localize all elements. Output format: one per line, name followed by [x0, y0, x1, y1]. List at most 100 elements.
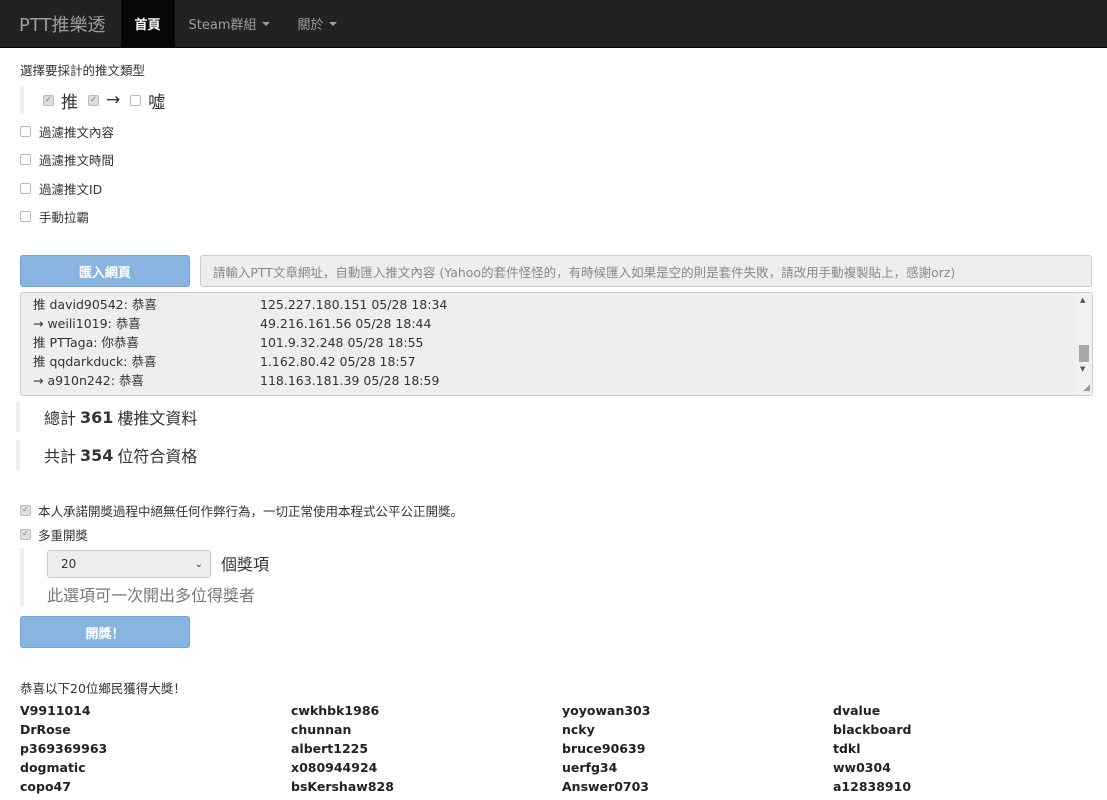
- winner-name: yoyowan303: [562, 703, 651, 718]
- comment-author: 推 PTTaga: 你恭喜: [33, 335, 139, 350]
- scroll-down-icon[interactable]: ▼: [1080, 365, 1085, 373]
- list-item: 推 PTTaga: 你恭喜 101.9.32.248 05/28 18:55: [33, 333, 447, 352]
- list-item: 推 qqdarkduck: 恭喜 1.162.80.42 05/28 18:57: [33, 352, 447, 371]
- checkbox-icon[interactable]: [130, 94, 142, 106]
- comment-meta: 1.162.80.42 05/28 18:57: [260, 354, 416, 369]
- nav-steam-group[interactable]: Steam群組: [175, 0, 284, 47]
- comment-meta: 125.227.180.151 05/28 18:34: [260, 297, 448, 312]
- winner-name: tdkl: [833, 741, 861, 756]
- prize-count-suffix: 個獎項: [221, 555, 270, 574]
- caret-down-icon: [261, 21, 270, 26]
- winner-name: p369369963: [20, 741, 108, 756]
- eligible-suffix: 位符合資格: [117, 447, 198, 466]
- checkbox-icon[interactable]: ✓: [88, 94, 99, 106]
- type-boo-label: 噓: [148, 92, 166, 113]
- nav-steam-label: Steam群組: [188, 18, 257, 33]
- checkbox-icon[interactable]: [20, 154, 31, 166]
- types-group: ✓ 推 ✓ → 噓: [20, 87, 1092, 113]
- promise-row[interactable]: ✓ 本人承諾開獎過程中絕無任何作弊行為，一切正常使用本程式公平公正開獎。: [20, 498, 1092, 522]
- resize-grip-icon[interactable]: ◢: [1083, 383, 1090, 393]
- winner-name: x080944924: [291, 760, 378, 775]
- comment-meta: 118.163.181.39 05/28 18:59: [260, 373, 440, 388]
- winner-name: chunnan: [291, 722, 352, 737]
- multi-draw-hint: 此選項可一次開出多位得獎者: [47, 586, 256, 605]
- winners-grid: V9911014 cwkhbk1986 yoyowan303 dvalue DrRose…: [20, 701, 1092, 796]
- url-input[interactable]: 請輸入PTT文章網址，自動匯入推文內容 (Yahoo的套件怪怪的，有時候匯入如果…: [199, 255, 1092, 287]
- filters-group: 過濾推文內容 過濾推文時間 過濾推文ID 手動拉霸: [20, 117, 1092, 231]
- winner-name: Answer0703: [562, 779, 649, 794]
- list-item: → a910n242: 恭喜 118.163.181.39 05/28 18:59: [33, 371, 447, 390]
- type-arrow-label: →: [106, 90, 121, 110]
- total-stat: 總計 361 樓推文資料: [16, 402, 1092, 432]
- brand-logo[interactable]: PTT推樂透: [0, 0, 121, 47]
- type-boo-option[interactable]: 噓: [130, 88, 165, 113]
- winner-name: albert1225: [291, 741, 369, 756]
- winner-name: a12838910: [833, 779, 912, 794]
- comment-author: → weili1019: 恭喜: [33, 316, 141, 331]
- chevron-down-icon: ⌄: [194, 559, 203, 570]
- comment-meta: 49.216.161.56 05/28 18:44: [260, 316, 432, 331]
- comments-textarea[interactable]: 推 david90542: 恭喜 125.227.180.151 05/28 18…: [20, 292, 1093, 396]
- scroll-thumb[interactable]: [1079, 345, 1089, 362]
- nav-home-label: 首頁: [134, 18, 161, 33]
- eligible-count: 354: [80, 445, 114, 465]
- type-push-option[interactable]: ✓ 推: [43, 88, 78, 113]
- nav-about-label: 關於: [297, 18, 324, 33]
- checkbox-icon[interactable]: [20, 182, 31, 194]
- checkbox-icon[interactable]: [20, 211, 31, 223]
- winner-name: DrRose: [20, 722, 71, 737]
- checkbox-icon[interactable]: ✓: [20, 504, 31, 516]
- winner-name: ncky: [562, 722, 595, 737]
- nav-about[interactable]: 關於: [284, 0, 351, 47]
- manual-slot-label: 手動拉霸: [39, 210, 90, 226]
- eligible-prefix: 共計: [44, 447, 77, 466]
- import-button[interactable]: 匯入網頁: [20, 255, 190, 287]
- multi-draw-label: 多重開獎: [38, 527, 89, 543]
- comment-author: → a910n242: 恭喜: [33, 373, 144, 388]
- winner-name: bsKershaw828: [291, 779, 394, 794]
- comment-meta: 101.9.32.248 05/28 18:55: [260, 335, 424, 350]
- filter-time-label: 過濾推文時間: [39, 153, 115, 169]
- list-item: 推 david90542: 恭喜 125.227.180.151 05/28 18…: [33, 295, 447, 314]
- winner-name: dvalue: [833, 703, 881, 718]
- comment-author: 推 qqdarkduck: 恭喜: [33, 354, 157, 369]
- total-prefix: 總計: [44, 409, 77, 428]
- checkbox-icon[interactable]: ✓: [43, 94, 54, 106]
- winner-name: bruce90639: [562, 741, 646, 756]
- checkbox-icon[interactable]: [20, 125, 31, 137]
- caret-down-icon: [328, 21, 337, 26]
- manual-slot-row[interactable]: 手動拉霸: [20, 203, 1092, 232]
- comment-author: 推 david90542: 恭喜: [33, 297, 157, 312]
- navbar: PTT推樂透 首頁 Steam群組 關於: [0, 0, 1107, 48]
- textarea-scrollbar[interactable]: ▲ ▼: [1077, 293, 1092, 395]
- filter-content-row[interactable]: 過濾推文內容: [20, 117, 1092, 146]
- scroll-up-icon[interactable]: ▲: [1080, 296, 1085, 304]
- import-row: 匯入網頁 請輸入PTT文章網址，自動匯入推文內容 (Yahoo的套件怪怪的，有時…: [20, 255, 1092, 287]
- type-push-label: 推: [61, 92, 78, 113]
- winner-name: blackboard: [833, 722, 912, 737]
- nav-home[interactable]: 首頁: [120, 0, 175, 47]
- checkbox-icon[interactable]: ✓: [20, 528, 31, 540]
- promise-label: 本人承諾開獎過程中絕無任何作弊行為，一切正常使用本程式公平公正開獎。: [38, 503, 464, 519]
- total-suffix: 樓推文資料: [117, 409, 198, 428]
- total-count: 361: [80, 407, 114, 427]
- filter-id-row[interactable]: 過濾推文ID: [20, 174, 1092, 203]
- filter-time-row[interactable]: 過濾推文時間: [20, 146, 1092, 175]
- types-label: 選擇要採計的推文類型: [20, 63, 146, 78]
- type-arrow-option[interactable]: ✓ →: [88, 90, 120, 110]
- filter-id-label: 過濾推文ID: [39, 181, 103, 197]
- multi-draw-row[interactable]: ✓ 多重開獎: [20, 522, 1092, 546]
- winner-name: cwkhbk1986: [291, 703, 380, 718]
- filter-content-label: 過濾推文內容: [39, 124, 115, 140]
- winner-name: copo47: [20, 779, 71, 794]
- multi-draw-options: 20 ⌄ 個獎項 此選項可一次開出多位得獎者: [20, 548, 1092, 606]
- comment-lines: 推 david90542: 恭喜 125.227.180.151 05/28 18…: [33, 295, 447, 390]
- winners-title: 恭喜以下20位鄉民獲得大獎！: [20, 681, 186, 696]
- prize-count-select[interactable]: 20 ⌄: [47, 550, 211, 578]
- prize-count-value: 20: [61, 557, 77, 571]
- draw-button[interactable]: 開獎！: [20, 616, 190, 648]
- winner-name: V9911014: [20, 703, 91, 718]
- list-item: → weili1019: 恭喜 49.216.161.56 05/28 18:44: [33, 314, 447, 333]
- eligible-stat: 共計 354 位符合資格: [16, 440, 1092, 470]
- main-content: 選擇要採計的推文類型 ✓ 推 ✓ → 噓 過濾推文內容 過濾推文時間 過濾推文ID …: [0, 60, 1107, 796]
